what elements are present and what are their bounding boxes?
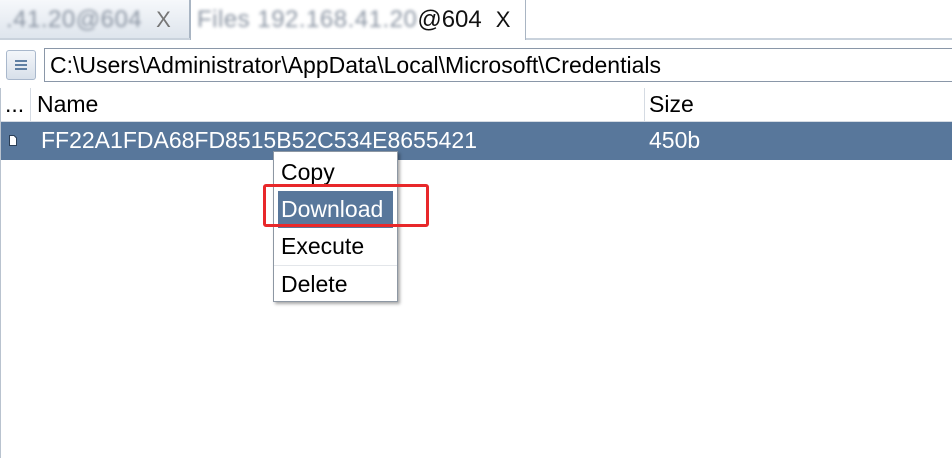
path-bar (0, 40, 952, 86)
tab-title-blurred: .41.20@604 (6, 6, 143, 33)
menu-item-copy[interactable]: Copy (274, 154, 397, 191)
menu-item-delete[interactable]: Delete (274, 265, 397, 302)
file-list-header: ... Name Size (1, 88, 952, 122)
tab-files[interactable]: Files 192.168.41.20 @604 X (190, 0, 526, 40)
path-input[interactable] (44, 48, 952, 82)
path-menu-button[interactable] (6, 50, 36, 80)
menu-item-download[interactable]: Download (278, 191, 393, 228)
list-menu-icon (15, 60, 27, 70)
file-list: ... Name Size FF22A1FDA68FD8515B52C534E8… (0, 88, 952, 458)
column-header-name[interactable]: Name (31, 88, 645, 122)
file-name: FF22A1FDA68FD8515B52C534E8655421 (41, 127, 478, 153)
context-menu: Copy Download Execute Delete (273, 151, 398, 302)
tab-title: @604 (417, 6, 482, 33)
menu-item-execute[interactable]: Execute (274, 228, 397, 265)
file-icon (9, 135, 17, 146)
column-header-size[interactable]: Size (645, 88, 952, 122)
file-row[interactable]: FF22A1FDA68FD8515B52C534E8655421 450b (1, 122, 952, 160)
tab-close-icon[interactable]: X (496, 7, 511, 33)
tab-strip: .41.20@604 X Files 192.168.41.20 @604 X (0, 0, 952, 40)
tab-title-blurred: Files 192.168.41.20 (197, 6, 418, 33)
tab-previous[interactable]: .41.20@604 X (0, 0, 190, 40)
file-browser-window: .41.20@604 X Files 192.168.41.20 @604 X … (0, 0, 952, 458)
file-size: 450b (649, 127, 701, 153)
column-header-menu[interactable]: ... (1, 88, 31, 122)
tab-close-icon[interactable]: X (156, 7, 171, 33)
